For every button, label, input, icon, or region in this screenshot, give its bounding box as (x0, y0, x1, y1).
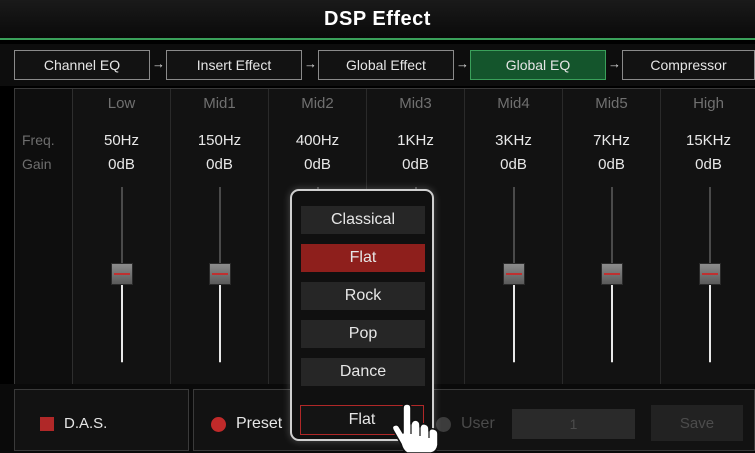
band-name: Mid4 (497, 95, 530, 112)
das-checkbox[interactable] (40, 417, 54, 431)
hand-pointer-icon (391, 403, 439, 453)
slider-fill (709, 276, 711, 362)
arrow-right-icon: → (608, 56, 621, 71)
slider-fill (121, 276, 123, 362)
band-name: Mid1 (203, 95, 236, 112)
band-name: Mid2 (301, 95, 334, 112)
tab-compressor[interactable]: Compressor (622, 50, 755, 80)
band-frequency[interactable]: 1KHz (367, 132, 464, 149)
band-gain[interactable]: 0dB (367, 156, 464, 173)
band-frequency[interactable]: 400Hz (269, 132, 366, 149)
slider-knob[interactable] (699, 263, 721, 285)
gain-row-label: Gain (22, 156, 52, 172)
freq-row-label: Freq. (22, 132, 55, 148)
slider-fill (219, 276, 221, 362)
preset-user-group: Preset User 1 Save (193, 389, 755, 451)
band-gain[interactable]: 0dB (465, 156, 562, 173)
das-label: D.A.S. (64, 415, 108, 432)
preset-option-rock[interactable]: Rock (301, 282, 425, 310)
user-label: User (461, 415, 495, 432)
tab-global-effect[interactable]: Global Effect (318, 50, 454, 80)
eq-band-mid5: Mid5 7KHz 0dB (563, 89, 661, 385)
band-gain[interactable]: 0dB (661, 156, 755, 173)
page-title: DSP Effect (324, 7, 431, 30)
band-frequency[interactable]: 7KHz (563, 132, 660, 149)
preset-radio[interactable] (211, 417, 226, 432)
tab-label: Channel EQ (43, 57, 121, 73)
arrow-right-icon: → (304, 56, 317, 71)
slider-knob[interactable] (209, 263, 231, 285)
preset-option-classical[interactable]: Classical (301, 206, 425, 234)
band-frequency[interactable]: 15KHz (661, 132, 755, 149)
tab-label: Compressor (650, 57, 727, 73)
tab-global-eq[interactable]: Global EQ (470, 50, 606, 80)
band-gain[interactable]: 0dB (269, 156, 366, 173)
tab-label: Global Effect (346, 57, 426, 73)
slider-fill (611, 276, 613, 362)
tab-channel-eq[interactable]: Channel EQ (14, 50, 150, 80)
band-frequency[interactable]: 150Hz (171, 132, 268, 149)
band-frequency[interactable]: 3KHz (465, 132, 562, 149)
tab-label: Global EQ (505, 57, 571, 73)
preset-label: Preset (236, 415, 283, 432)
preset-option-pop[interactable]: Pop (301, 320, 425, 348)
effect-chain-nav: Channel EQ → Insert Effect → Global Effe… (0, 44, 755, 86)
arrow-right-icon: → (456, 56, 469, 71)
save-button[interactable]: Save (651, 405, 743, 441)
eq-band-low: Low 50Hz 0dB (73, 89, 171, 385)
slider-knob[interactable] (503, 263, 525, 285)
band-name: Low (107, 95, 136, 112)
band-name: Mid5 (595, 95, 628, 112)
arrow-right-icon: → (152, 56, 165, 71)
band-name: High (693, 95, 724, 112)
slider-knob[interactable] (111, 263, 133, 285)
band-name: Mid3 (399, 95, 432, 112)
slider-fill (513, 276, 515, 362)
preset-option-dance[interactable]: Dance (301, 358, 425, 386)
tab-label: Insert Effect (196, 57, 272, 73)
slider-knob[interactable] (601, 263, 623, 285)
title-bar: DSP Effect (0, 0, 755, 40)
band-frequency[interactable]: 50Hz (73, 132, 170, 149)
preset-option-flat[interactable]: Flat (301, 244, 425, 272)
user-number-field[interactable]: 1 (512, 409, 635, 439)
tab-insert-effect[interactable]: Insert Effect (166, 50, 302, 80)
eq-band-mid1: Mid1 150Hz 0dB (171, 89, 269, 385)
band-gain[interactable]: 0dB (171, 156, 268, 173)
das-toggle[interactable]: D.A.S. (14, 389, 189, 451)
band-gain[interactable]: 0dB (73, 156, 170, 173)
eq-band-high: High 15KHz 0dB (661, 89, 755, 385)
band-gain[interactable]: 0dB (563, 156, 660, 173)
eq-row-labels: Freq. Gain (15, 89, 73, 385)
eq-band-mid4: Mid4 3KHz 0dB (465, 89, 563, 385)
